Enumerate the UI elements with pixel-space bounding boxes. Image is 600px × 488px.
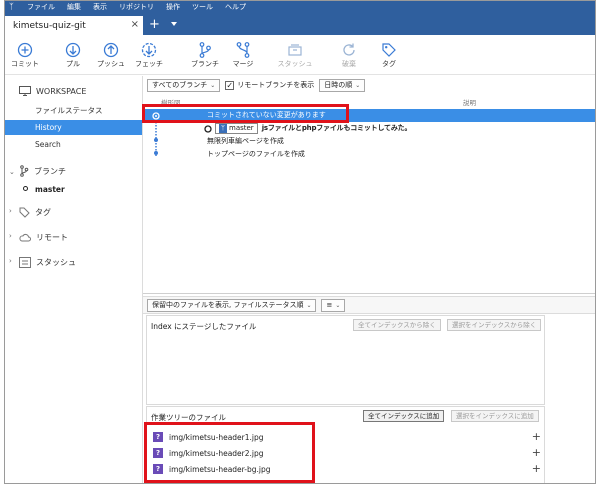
uncommitted-dot-icon	[152, 112, 160, 120]
menu-view[interactable]: 表示	[93, 2, 107, 12]
column-description: 説明	[463, 99, 476, 107]
menu-repository[interactable]: リポジトリ	[119, 2, 154, 12]
file-status-bar: 保留中のファイルを表示, ファイルステータス順 ⌄ ≡ ⌄	[143, 296, 595, 314]
tag-icon	[382, 43, 396, 57]
chevron-down-icon: ⌄	[355, 81, 361, 89]
branches-header[interactable]: ブランチ	[19, 163, 66, 179]
commit-icon	[17, 42, 33, 58]
commit-dot-icon	[204, 125, 212, 133]
add-icon[interactable]: +	[532, 462, 541, 475]
monitor-icon	[19, 86, 31, 96]
tags-header[interactable]: タグ	[19, 204, 51, 220]
staged-title: Index にステージしたファイル	[151, 322, 257, 331]
branch-icon	[20, 165, 29, 177]
sidebar-item-search[interactable]: Search	[5, 137, 142, 152]
list-view-dropdown[interactable]: ≡ ⌄	[321, 298, 346, 312]
pull-button[interactable]: プル	[53, 41, 93, 69]
cloud-icon	[19, 233, 31, 241]
chevron-down-icon: ⌄	[306, 301, 312, 309]
commit-dots	[154, 138, 158, 155]
checkmark-icon: ✓	[225, 80, 235, 90]
chevron-down-icon: ⌄	[335, 301, 341, 309]
chevron-right-icon[interactable]: ›	[9, 257, 12, 265]
fetch-button[interactable]: フェッチ	[129, 41, 169, 69]
pull-icon	[65, 42, 81, 58]
branch-icon: ᛘ	[219, 123, 227, 133]
commit-row[interactable]: 無限列車編ページを作成	[143, 135, 595, 148]
fetch-icon	[141, 42, 157, 58]
unstage-selected-button[interactable]: 選択をインデックスから除く	[447, 319, 542, 331]
untracked-file-icon: ?	[153, 432, 163, 442]
branch-button[interactable]: ブランチ	[185, 41, 225, 69]
list-icon: ≡	[326, 300, 333, 309]
commit-row[interactable]: ᛘ master jsファイルとphpファイルもコミットしてみた。	[143, 122, 595, 135]
untracked-file-icon: ?	[153, 464, 163, 474]
menu-file[interactable]: ファイル	[27, 2, 55, 12]
push-button[interactable]: プッシュ	[91, 41, 131, 69]
menu-bar: ᛉ ファイル 編集 表示 リポジトリ 操作 ツール ヘルプ	[5, 1, 595, 13]
stage-all-button[interactable]: 全てインデックスに追加	[363, 410, 445, 422]
menu-edit[interactable]: 編集	[67, 2, 81, 12]
chevron-right-icon[interactable]: ›	[9, 207, 12, 215]
menu-tools[interactable]: ツール	[192, 2, 213, 12]
tag-icon	[19, 207, 30, 218]
tab-repository[interactable]: kimetsu-quiz-git ×	[5, 16, 143, 35]
untracked-file-icon: ?	[153, 448, 163, 458]
app-window: ᛉ ファイル 編集 表示 リポジトリ 操作 ツール ヘルプ kimetsu-qu…	[4, 0, 596, 484]
push-icon	[103, 42, 119, 58]
show-remote-checkbox[interactable]: ✓ リモートブランチを表示	[225, 80, 314, 90]
menu-actions[interactable]: 操作	[166, 2, 180, 12]
discard-icon	[343, 43, 355, 56]
workspace-header: WORKSPACE	[19, 83, 86, 99]
branch-badge-master[interactable]: ᛘ master	[215, 122, 258, 134]
file-row[interactable]: ? img/kimetsu-header2.jpg +	[153, 445, 543, 461]
add-icon[interactable]: +	[532, 430, 541, 443]
sort-order-dropdown[interactable]: 日時の順 ⌄	[319, 78, 366, 92]
add-icon[interactable]: +	[532, 446, 541, 459]
diff-preview-pane	[546, 315, 595, 483]
stage-selected-button[interactable]: 選択をインデックスに追加	[451, 410, 539, 422]
working-title: 作業ツリーのファイル	[151, 413, 226, 422]
stash-button[interactable]: スタッシュ	[275, 41, 315, 69]
tab-bar: kimetsu-quiz-git × +	[5, 13, 595, 35]
merge-icon	[236, 42, 250, 58]
sidebar: WORKSPACE ファイルステータス History Search ⌄ ブラン…	[5, 76, 143, 483]
sidebar-item-master[interactable]: master	[5, 182, 142, 197]
chevron-down-icon[interactable]	[171, 22, 177, 26]
stash-header[interactable]: スタッシュ	[19, 254, 76, 270]
chevron-down-icon: ⌄	[210, 81, 216, 89]
merge-button[interactable]: マージ	[223, 41, 263, 69]
stash-icon	[288, 44, 302, 56]
close-icon[interactable]: ×	[131, 19, 139, 30]
unstage-all-button[interactable]: 全てインデックスから除く	[353, 319, 441, 331]
branch-filter-dropdown[interactable]: すべてのブランチ ⌄	[147, 78, 221, 92]
toolbar: コミット プル プッシュ フェッチ ブランチ マージ スタッシュ 破棄 タグ	[5, 35, 595, 75]
sidebar-item-history[interactable]: History	[5, 120, 142, 135]
remotes-header[interactable]: リモート	[19, 229, 68, 245]
tab-title: kimetsu-quiz-git	[13, 20, 86, 31]
add-tab-icon[interactable]: +	[149, 18, 160, 31]
sourcetree-logo-icon: ᛉ	[9, 2, 14, 11]
working-tree-pane: 作業ツリーのファイル 全てインデックスに追加 選択をインデックスに追加 ? im…	[146, 406, 545, 483]
file-row[interactable]: ? img/kimetsu-header1.jpg +	[153, 429, 543, 445]
branch-icon	[199, 42, 211, 58]
menu-help[interactable]: ヘルプ	[225, 2, 246, 12]
commit-graph-panel: 樹形図 説明 コミットされていない変更があります ᛘ master jsファイルとp…	[143, 94, 595, 294]
commit-row-uncommitted[interactable]: コミットされていない変更があります	[143, 109, 595, 122]
chevron-down-icon[interactable]: ⌄	[9, 168, 15, 176]
staged-files-pane: Index にステージしたファイル 全てインデックスから除く 選択をインデックス…	[146, 315, 545, 405]
commit-button[interactable]: コミット	[5, 41, 45, 69]
chevron-right-icon[interactable]: ›	[9, 232, 12, 240]
tag-button[interactable]: タグ	[369, 41, 409, 69]
file-view-dropdown[interactable]: 保留中のファイルを表示, ファイルステータス順 ⌄	[147, 298, 317, 312]
commit-row[interactable]: トップページのファイルを作成	[143, 148, 595, 161]
history-filter-bar: すべてのブランチ ⌄ ✓ リモートブランチを表示 日時の順 ⌄	[143, 76, 595, 94]
discard-button[interactable]: 破棄	[329, 41, 369, 69]
file-row[interactable]: ? img/kimetsu-header-bg.jpg +	[153, 461, 543, 477]
stash-icon	[19, 256, 31, 268]
sidebar-item-file-status[interactable]: ファイルステータス	[5, 103, 142, 118]
